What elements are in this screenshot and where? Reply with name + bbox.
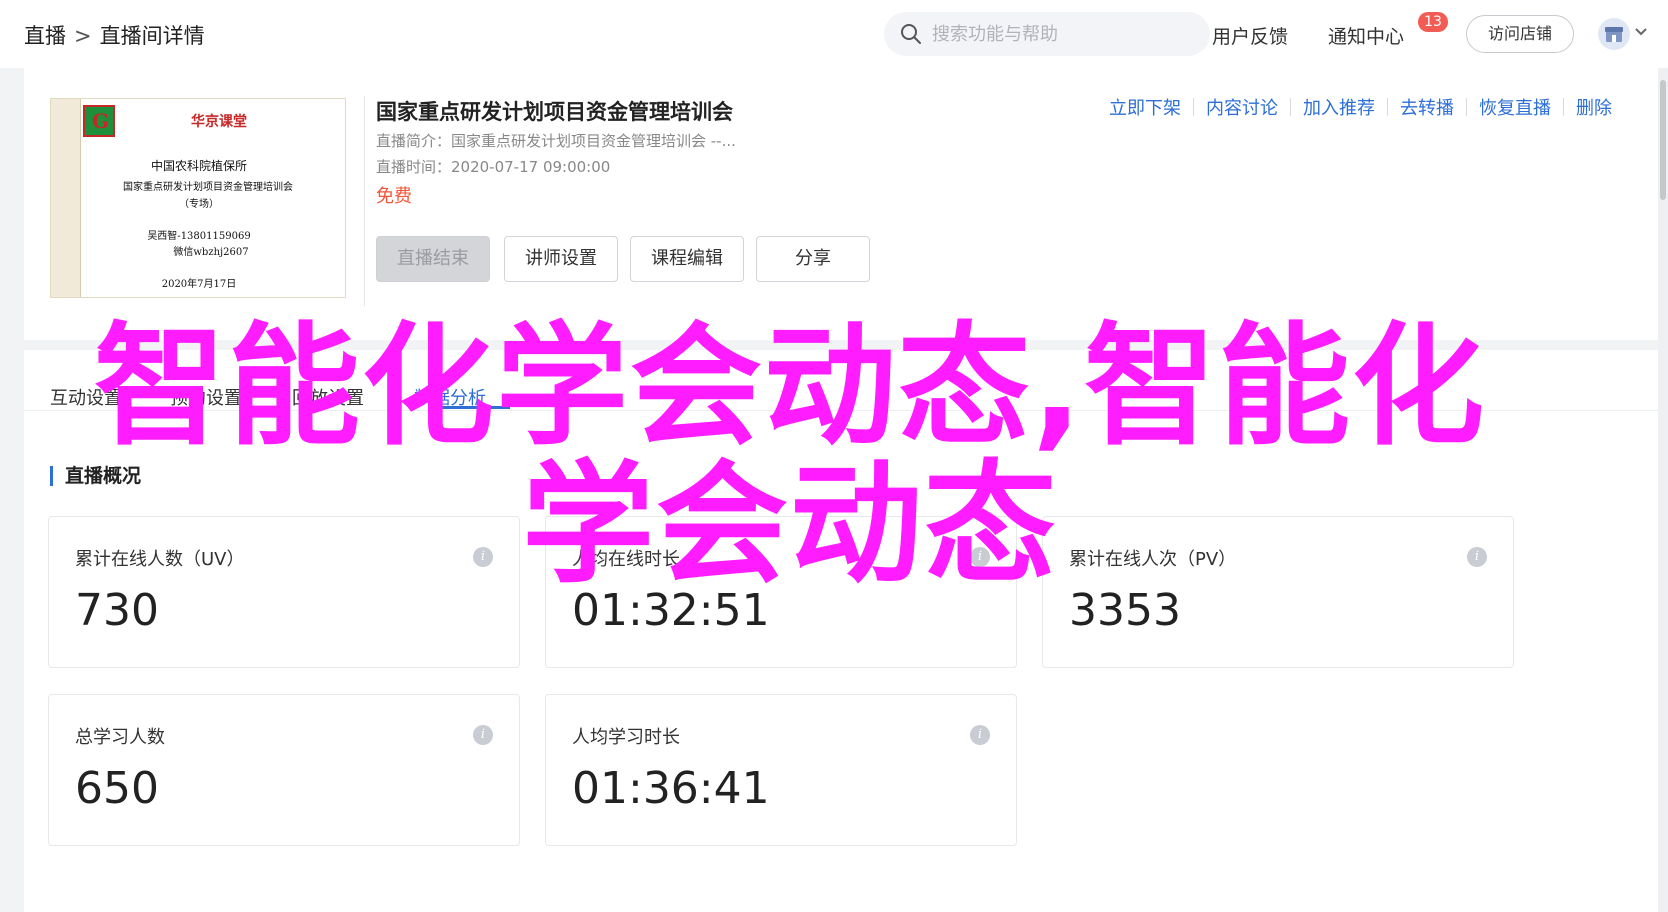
stat-value: 01:36:41 xyxy=(572,763,770,814)
course-card: G 华京课堂 中国农科院植保所 国家重点研发计划项目资金管理培训会 （专场） 吴… xyxy=(24,68,1666,340)
main-panel: 互动设置 预约设置 回放设置 数据分析 直播概况 累计在线人数（UV） 730 … xyxy=(24,350,1666,912)
store-avatar[interactable] xyxy=(1598,18,1630,50)
action-recommend[interactable]: 加入推荐 xyxy=(1303,94,1375,120)
top-bar: 直播 > 直播间详情 用户反馈 通知中心 13 访问店铺 xyxy=(0,0,1668,68)
action-separator xyxy=(1563,98,1564,116)
cover-divider xyxy=(364,96,365,306)
action-separator xyxy=(1193,98,1194,116)
action-discussion[interactable]: 内容讨论 xyxy=(1206,94,1278,120)
cover-title: 华京课堂 xyxy=(191,114,247,130)
cover-special: （专场） xyxy=(179,199,219,210)
stat-label: 累计在线人次（PV） xyxy=(1069,549,1237,570)
lecturer-settings-button[interactable]: 讲师设置 xyxy=(504,236,618,282)
tab-interaction-settings[interactable]: 互动设置 xyxy=(50,384,122,410)
course-actions: 立即下架 内容讨论 加入推荐 去转播 恢复直播 删除 xyxy=(1109,94,1612,120)
chevron-down-icon[interactable] xyxy=(1634,27,1648,37)
stat-card-avg-online-time: 人均在线时长 01:32:51 i xyxy=(545,516,1017,668)
search-icon xyxy=(901,24,921,44)
live-ended-button: 直播结束 xyxy=(376,236,490,282)
course-cover-image: G 华京课堂 中国农科院植保所 国家重点研发计划项目资金管理培训会 （专场） 吴… xyxy=(50,98,346,298)
stat-card-avg-study-time: 人均学习时长 01:36:41 i xyxy=(545,694,1017,846)
course-edit-button[interactable]: 课程编辑 xyxy=(630,236,744,282)
stat-label: 总学习人数 xyxy=(75,727,165,748)
action-separator xyxy=(1387,98,1388,116)
search-input[interactable] xyxy=(932,18,1192,50)
cover-date: 2020年7月17日 xyxy=(161,279,237,290)
info-icon[interactable]: i xyxy=(970,725,990,745)
tab-reservation-settings[interactable]: 预约设置 xyxy=(170,384,242,410)
active-tab-indicator xyxy=(440,406,510,409)
section-title-overview: 直播概况 xyxy=(50,466,141,486)
stat-label: 累计在线人数（UV） xyxy=(75,549,245,570)
action-relay[interactable]: 去转播 xyxy=(1400,94,1454,120)
notification-badge: 13 xyxy=(1418,12,1448,32)
stat-value: 730 xyxy=(75,585,159,636)
tab-divider xyxy=(24,410,1666,411)
feedback-link[interactable]: 用户反馈 xyxy=(1212,22,1288,49)
stat-value: 3353 xyxy=(1069,585,1181,636)
info-icon[interactable]: i xyxy=(473,725,493,745)
tab-playback-settings[interactable]: 回放设置 xyxy=(292,384,364,410)
stat-card-total-learners: 总学习人数 650 i xyxy=(48,694,520,846)
stat-label: 人均在线时长 xyxy=(572,549,680,570)
visit-store-button[interactable]: 访问店铺 xyxy=(1466,15,1574,53)
info-icon[interactable]: i xyxy=(473,547,493,567)
share-button[interactable]: 分享 xyxy=(756,236,870,282)
stat-card-uv: 累计在线人数（UV） 730 i xyxy=(48,516,520,668)
stat-label: 人均学习时长 xyxy=(572,727,680,748)
cover-org: 中国农科院植保所 xyxy=(150,159,247,173)
action-unpublish[interactable]: 立即下架 xyxy=(1109,94,1181,120)
action-separator xyxy=(1466,98,1467,116)
scrollbar-thumb[interactable] xyxy=(1660,80,1666,200)
notification-center-link[interactable]: 通知中心 xyxy=(1328,22,1404,49)
course-time: 直播时间：2020-07-17 09:00:00 xyxy=(376,158,611,176)
breadcrumb-item-detail: 直播间详情 xyxy=(99,24,205,48)
course-intro: 直播简介：国家重点研发计划项目资金管理培训会 --... xyxy=(376,132,736,150)
action-resume-live[interactable]: 恢复直播 xyxy=(1479,94,1551,120)
course-price: 免费 xyxy=(376,186,412,207)
search-box[interactable] xyxy=(884,12,1210,56)
stat-value: 650 xyxy=(75,763,159,814)
breadcrumb-separator: > xyxy=(74,24,92,48)
cover-wechat: 微信wbzhj2607 xyxy=(173,247,249,258)
action-separator xyxy=(1290,98,1291,116)
store-icon xyxy=(1605,27,1623,42)
stat-card-pv: 累计在线人次（PV） 3353 i xyxy=(1042,516,1514,668)
cover-project: 国家重点研发计划项目资金管理培训会 xyxy=(123,182,293,193)
info-icon[interactable]: i xyxy=(970,547,990,567)
course-title: 国家重点研发计划项目资金管理培训会 xyxy=(376,100,733,124)
breadcrumb-item-live[interactable]: 直播 xyxy=(24,24,66,48)
info-icon[interactable]: i xyxy=(1467,547,1487,567)
stat-value: 01:32:51 xyxy=(572,585,770,636)
breadcrumb: 直播 > 直播间详情 xyxy=(24,20,205,50)
action-delete[interactable]: 删除 xyxy=(1576,94,1612,120)
cover-phone: 吴西智-13801159069 xyxy=(147,231,251,242)
